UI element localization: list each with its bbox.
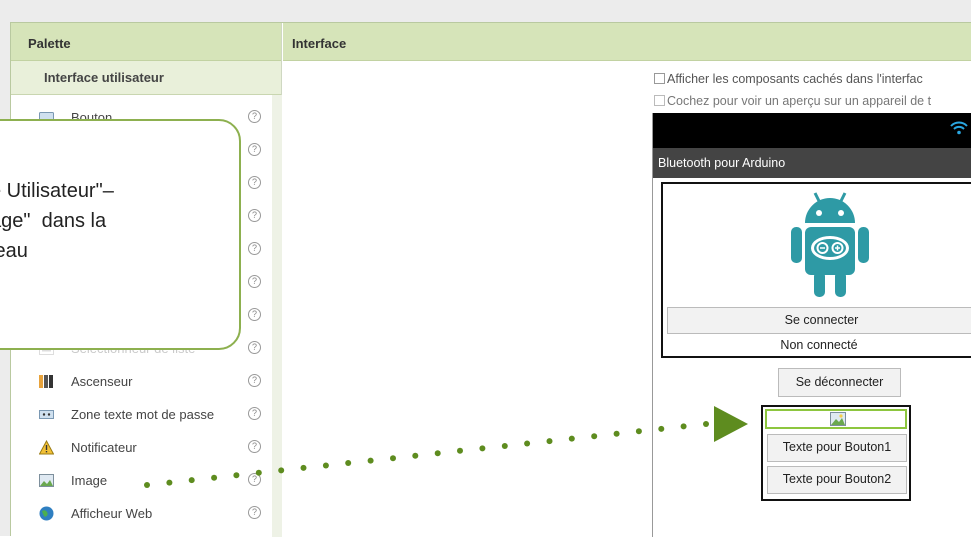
drag-dot xyxy=(434,450,441,457)
app-frame: Palette Interface utilisateur Bouton?Zon… xyxy=(0,0,971,537)
drag-dot xyxy=(635,428,642,435)
drag-dot xyxy=(322,462,329,469)
drag-dot xyxy=(412,452,419,459)
drag-dot xyxy=(166,479,173,486)
drag-dot xyxy=(546,438,553,445)
drag-dot xyxy=(255,469,262,476)
drag-dot xyxy=(501,443,508,449)
drag-dot xyxy=(345,460,352,466)
drag-dot xyxy=(703,421,709,427)
drag-dot xyxy=(680,423,687,430)
drag-dot xyxy=(457,447,463,454)
drag-dot xyxy=(524,440,531,447)
drag-dot xyxy=(211,474,218,481)
drag-path-overlay xyxy=(144,406,748,488)
drag-dot xyxy=(233,472,240,479)
arrow-head-icon xyxy=(714,406,748,442)
dotted-drag-line xyxy=(144,421,709,488)
drag-dot xyxy=(658,425,665,432)
drag-dot xyxy=(613,430,620,437)
drag-dot xyxy=(300,464,307,471)
drag-dot xyxy=(479,445,486,452)
drag-dot xyxy=(188,477,195,484)
drag-dot xyxy=(390,455,396,462)
drag-dot xyxy=(278,467,285,474)
drag-dot xyxy=(144,482,150,488)
drag-dot xyxy=(367,457,374,464)
drag-dot xyxy=(591,433,598,440)
drag-dot xyxy=(568,435,575,442)
